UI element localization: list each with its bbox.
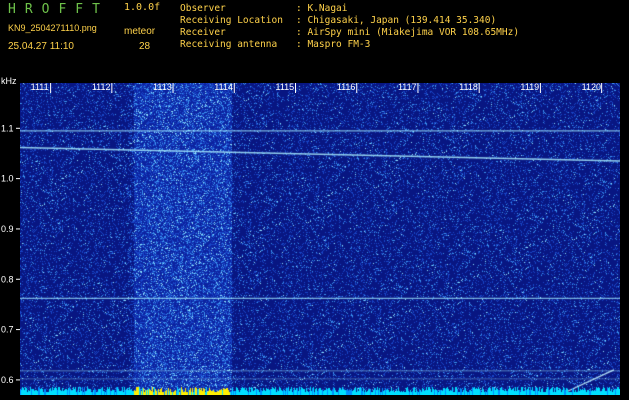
app-title: HROFFT xyxy=(8,2,109,17)
y-tick-label: 0.9 xyxy=(1,224,14,234)
count-label: 28 xyxy=(139,41,151,52)
spectrogram-canvas xyxy=(20,83,620,395)
y-tick-label: 0.7 xyxy=(1,325,14,335)
location-value: : Chigasaki, Japan (139.414 35.340) xyxy=(296,15,497,26)
y-tick-label: 0.8 xyxy=(1,274,14,284)
y-axis-ticks: 1.1 1.0 0.9 0.8 0.7 0.6 xyxy=(1,123,20,385)
y-tick-label: 0.6 xyxy=(1,375,14,385)
location-label: Receiving Location xyxy=(180,15,283,26)
datetime-label: 25.04.27 11:10 xyxy=(8,41,74,52)
y-tick-label: 1.1 xyxy=(1,123,14,133)
antenna-label: Receiving antenna xyxy=(180,39,278,50)
receiver-label: Receiver xyxy=(180,27,226,38)
y-tick-label: 1.0 xyxy=(1,174,14,184)
observer-label: Observer xyxy=(180,3,226,14)
antenna-value: : Maspro FM-3 xyxy=(296,39,371,50)
y-unit-label: kHz xyxy=(1,76,17,86)
mode-label: meteor xyxy=(124,26,156,37)
observer-value: : K.Nagai xyxy=(296,3,348,14)
version-label: 1.0.0f xyxy=(124,2,161,13)
header-bar: HROFFT 1.0.0f KN9_2504271110.png meteor … xyxy=(0,0,629,76)
filename-label: KN9_2504271110.png xyxy=(8,23,97,33)
receiver-value: : AirSpy mini (Miakejima VOR 108.65MHz) xyxy=(296,27,520,38)
